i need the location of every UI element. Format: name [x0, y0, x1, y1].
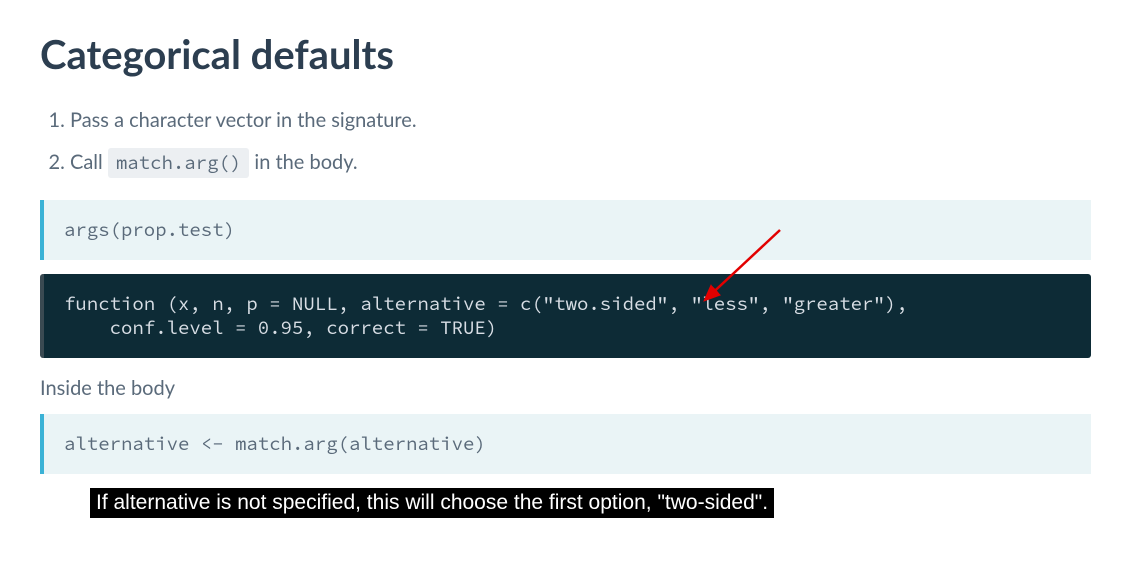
code-block-matcharg-call: alternative <- match.arg(alternative) — [40, 414, 1091, 474]
page-heading: Categorical defaults — [40, 30, 1091, 78]
body-paragraph: Inside the body — [40, 376, 1091, 400]
caption-overlay: If alternative is not specified, this wi… — [90, 488, 774, 518]
step-2-suffix: in the body. — [249, 150, 357, 174]
code-block-function-sig: function (x, n, p = NULL, alternative = … — [40, 274, 1091, 358]
step-1-text: Pass a character vector in the signature… — [70, 108, 417, 132]
step-2-prefix: Call — [70, 150, 108, 174]
steps-list: Pass a character vector in the signature… — [40, 102, 1091, 180]
inline-code-matcharg: match.arg() — [108, 148, 249, 178]
step-2: Call match.arg() in the body. — [70, 144, 1091, 180]
code-block-args: args(prop.test) — [40, 200, 1091, 260]
step-1: Pass a character vector in the signature… — [70, 102, 1091, 138]
